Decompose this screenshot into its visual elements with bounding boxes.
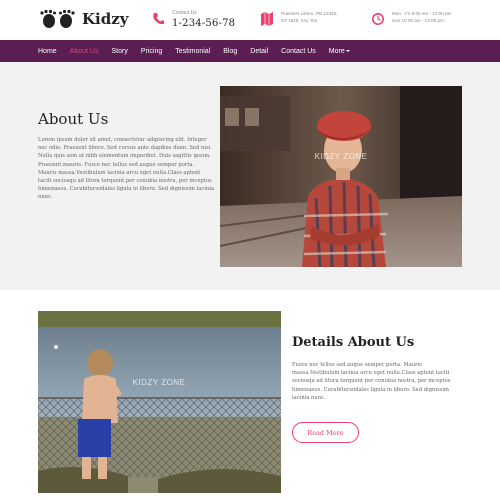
details-text: Fusce nec tellus sed augue semper porta.… — [292, 362, 451, 401]
contact-phone[interactable]: 1-234-56-78 — [172, 18, 235, 29]
header-contact: Contact Us 1-234-56-78 — [152, 10, 235, 29]
boy-photo-illustration: KIDZY ZONE — [220, 86, 462, 267]
about-title: About Us — [38, 110, 109, 128]
baby-feet-icon — [40, 9, 75, 28]
nav-item-home[interactable]: Home — [38, 48, 57, 55]
boy-photo: KIDZY ZONE — [220, 86, 462, 267]
details-title: Details About Us — [292, 335, 415, 350]
logo[interactable]: Kidzy — [38, 9, 128, 29]
nav-item-more[interactable]: More — [329, 48, 350, 55]
contact-label: Contact Us — [172, 10, 197, 16]
about-text: Lorem ipsum dolor sit amet, consectetur … — [38, 137, 214, 201]
address-line: ST 1828, Any Tim — [281, 18, 318, 23]
main-nav: Home About Us Story Pricing Testimonial … — [0, 40, 500, 62]
map-icon — [261, 12, 273, 26]
hours-line: Mon - Fri 8:00 am - 12:00 pm — [392, 11, 452, 16]
nav-item-detail[interactable]: Detail — [250, 48, 268, 55]
nav-item-about-us[interactable]: About Us — [70, 48, 99, 55]
site-header: Kidzy Contact Us 1-234-56-78 Praesent Li… — [0, 0, 500, 40]
phone-icon — [153, 13, 164, 25]
toddler-photo: KIDZY ZONE — [38, 311, 281, 493]
watermark-text: KIDZY ZONE — [133, 378, 186, 387]
address-line: Praesent Libero, PB 12345, — [281, 11, 338, 16]
nav-item-pricing[interactable]: Pricing — [141, 48, 162, 55]
clock-icon — [372, 13, 384, 25]
toddler-photo-illustration: KIDZY ZONE — [38, 311, 281, 493]
header-hours: Mon - Fri 8:00 am - 12:00 pm Sun 10:00 a… — [372, 10, 452, 26]
read-more-button[interactable]: Read More — [292, 422, 359, 443]
hours-line: Sun 10:00 am - 13:00 pm — [392, 18, 444, 23]
nav-item-testimonial[interactable]: Testimonial — [175, 48, 210, 55]
nav-item-blog[interactable]: Blog — [223, 48, 237, 55]
brand-name: Kidzy — [82, 10, 129, 28]
chevron-down-icon — [345, 49, 350, 52]
header-address: Praesent Libero, PB 12345, ST 1828, Any … — [261, 10, 337, 26]
nav-item-story[interactable]: Story — [111, 48, 127, 55]
nav-item-more-label: More — [328, 47, 345, 55]
nav-item-contact-us[interactable]: Contact Us — [281, 48, 316, 55]
watermark-text: KIDZY ZONE — [315, 152, 368, 161]
